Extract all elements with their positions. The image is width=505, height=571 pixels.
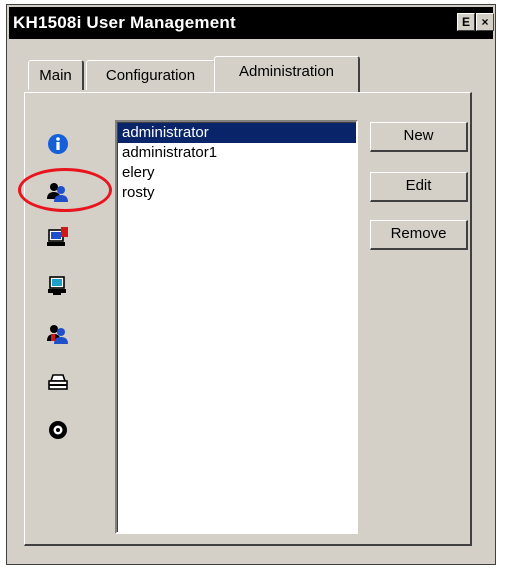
list-item[interactable]: elery <box>118 163 356 183</box>
list-item[interactable]: rosty <box>118 183 356 203</box>
help-button[interactable]: E <box>457 13 475 31</box>
user-alert-icon[interactable] <box>46 322 70 346</box>
list-item[interactable]: administrator1 <box>118 143 356 163</box>
info-icon[interactable] <box>46 132 70 156</box>
highlight-circle <box>18 168 112 212</box>
settings-gear-icon[interactable] <box>46 418 70 442</box>
list-item[interactable]: administrator <box>118 123 356 143</box>
network-computer-icon[interactable] <box>46 274 70 298</box>
window-title: KH1508i User Management <box>13 13 236 32</box>
user-list[interactable]: administrator administrator1 elery rosty <box>115 120 358 534</box>
tab-configuration[interactable]: Configuration <box>86 60 216 90</box>
remove-button[interactable]: Remove <box>370 220 468 250</box>
new-button[interactable]: New <box>370 122 468 152</box>
close-button[interactable]: × <box>476 13 494 31</box>
tab-administration[interactable]: Administration <box>214 56 360 92</box>
edit-button[interactable]: Edit <box>370 172 468 202</box>
user-list-frame: administrator administrator1 elery rosty <box>117 122 356 532</box>
title-bar[interactable]: KH1508i User Management E × <box>9 7 494 39</box>
tab-main[interactable]: Main <box>28 60 84 90</box>
computer-alert-icon[interactable] <box>46 226 70 250</box>
printer-icon[interactable] <box>46 370 70 394</box>
